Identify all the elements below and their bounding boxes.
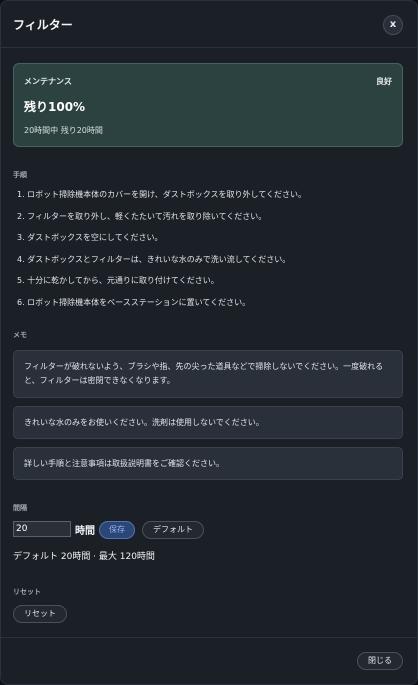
status-label: メンテナンス <box>24 77 72 86</box>
interval-heading: 間隔 <box>13 504 27 512</box>
interval-help-text: デフォルト 20時間 · 最大 120時間 <box>13 552 155 562</box>
remaining-percent: 残り100% <box>24 100 86 114</box>
steps-list: 1. ロボット掃除機本体のカバーを開け、ダストボックスを取り外してください。 2… <box>17 189 306 319</box>
status-badge: 良好 <box>376 77 392 86</box>
remaining-hours: 20時間中 残り20時間 <box>24 126 103 135</box>
step-item: 1. ロボット掃除機本体のカバーを開け、ダストボックスを取り外してください。 <box>17 190 307 199</box>
memo-note: 詳しい手順と注意事項は取扱説明書をご確認ください。 <box>13 447 403 480</box>
step-item: 3. ダストボックスを空にしてください。 <box>17 233 163 243</box>
step-item: 6. ロボット掃除機本体をベースステーションに置いてください。 <box>17 297 251 307</box>
filter-dialog: フィルター x メンテナンス 良好 残り100% 20時間中 残り20時間 手順… <box>0 0 418 685</box>
reset-heading: リセット <box>13 588 41 596</box>
close-button[interactable]: 閉じる <box>357 652 403 670</box>
memo-heading: メモ <box>13 331 27 339</box>
interval-hours-input[interactable] <box>13 521 71 537</box>
dialog-title: フィルター <box>13 18 73 32</box>
dialog-header: フィルター x <box>1 1 417 48</box>
memo-note: きれいな水のみをお使いください。洗剤は使用しないでください。 <box>13 406 403 439</box>
reset-button[interactable]: リセット <box>13 605 67 623</box>
memo-note: フィルターが破れないよう、ブラシや指、先の尖った道具などで掃除しないでください。… <box>13 350 403 398</box>
close-icon-button[interactable]: x <box>383 15 403 35</box>
default-button[interactable]: デフォルト <box>142 521 204 539</box>
dialog-footer: 閉じる <box>1 637 417 684</box>
maintenance-status-card: メンテナンス 良好 残り100% 20時間中 残り20時間 <box>13 63 403 147</box>
step-item: 5. 十分に乾かしてから、元通りに取り付けてください。 <box>17 276 219 286</box>
interval-unit: 時間 <box>75 526 95 537</box>
step-item: 2. フィルターを取り外し、軽くたたいて汚れを取り除いてください。 <box>17 211 267 221</box>
save-button[interactable]: 保存 <box>99 521 135 539</box>
step-item: 4. ダストボックスとフィルターは、きれいな水のみで洗い流してください。 <box>17 254 291 264</box>
steps-heading: 手順 <box>13 171 27 179</box>
